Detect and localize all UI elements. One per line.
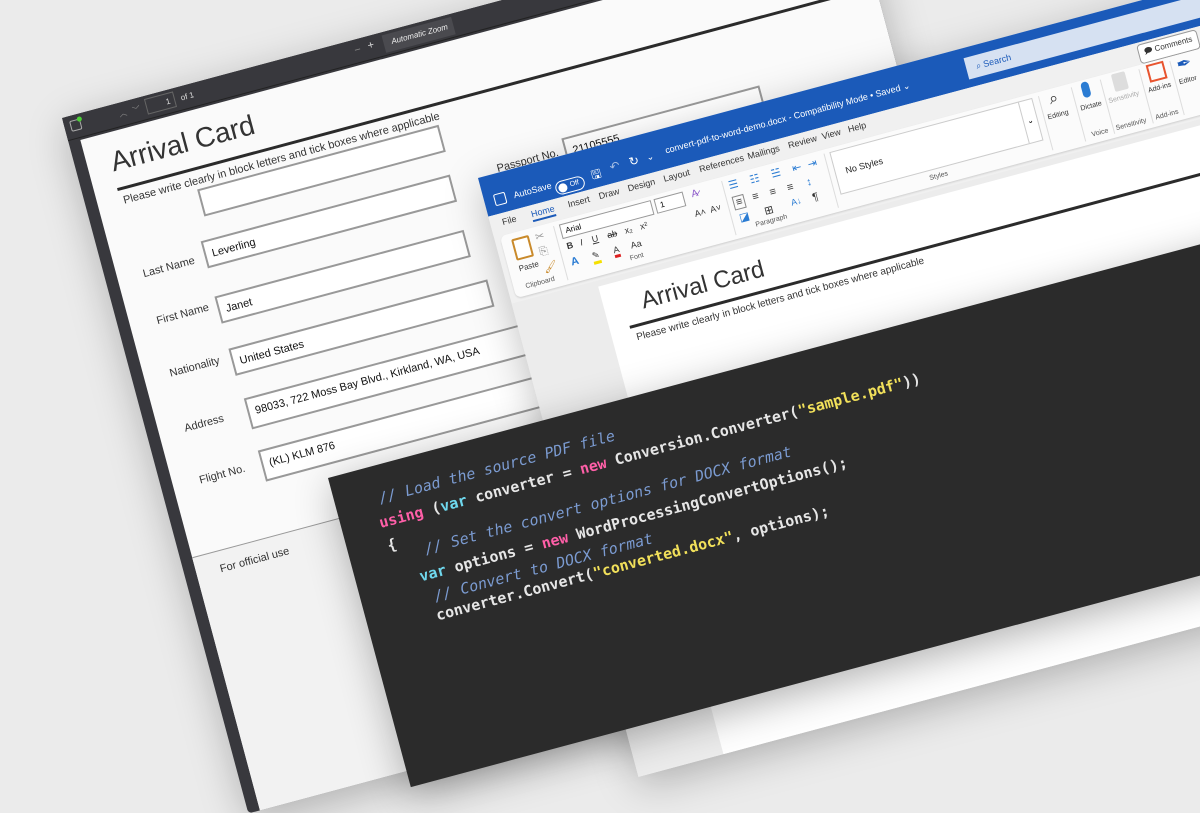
decrease-indent-icon[interactable]: ⇤: [791, 160, 803, 175]
autosave-label: AutoSave: [512, 180, 553, 201]
search-placeholder: Search: [982, 52, 1013, 70]
superscript-icon[interactable]: x²: [639, 220, 649, 232]
copy-icon[interactable]: ⎘: [538, 245, 550, 260]
undo-icon[interactable]: ↶: [608, 158, 621, 174]
numbering-icon[interactable]: ☷: [748, 171, 761, 186]
next-page-icon[interactable]: ﹀: [131, 104, 142, 117]
styles-expand-icon[interactable]: ⌄: [1017, 99, 1043, 144]
editor-icon[interactable]: ✒: [1174, 52, 1194, 76]
editor-button[interactable]: Editor: [1178, 75, 1197, 86]
increase-indent-icon[interactable]: ⇥: [806, 156, 818, 171]
show-formatting-icon[interactable]: ¶: [811, 191, 820, 204]
highlight-icon[interactable]: ✎: [590, 249, 602, 265]
bullets-icon[interactable]: ☰: [727, 177, 740, 192]
change-case-icon[interactable]: Aa: [629, 238, 642, 251]
tab-view[interactable]: View: [821, 127, 842, 142]
redo-icon[interactable]: ↻: [627, 153, 640, 169]
page-count: of 1: [179, 90, 195, 103]
underline-icon[interactable]: U: [591, 233, 600, 244]
font-color-icon[interactable]: A: [612, 244, 622, 259]
italic-icon[interactable]: I: [579, 237, 584, 247]
add-ins-button[interactable]: Add-ins: [1147, 82, 1172, 95]
nationality-label: Nationality: [168, 354, 222, 380]
add-ins-icon[interactable]: [1145, 60, 1168, 83]
font-size-select[interactable]: 1: [653, 191, 687, 214]
tab-review[interactable]: Review: [787, 133, 818, 150]
shading-icon[interactable]: ◪: [738, 209, 751, 224]
previous-page-icon[interactable]: ︿: [118, 107, 129, 120]
cut-icon[interactable]: ✂: [534, 229, 546, 244]
clipboard-group-label: Clipboard: [524, 275, 556, 291]
strikethrough-icon[interactable]: ab: [606, 228, 618, 240]
zoom-out-button[interactable]: −: [353, 44, 362, 57]
line-spacing-icon[interactable]: ↕: [805, 176, 813, 189]
word-app-icon: [492, 191, 508, 207]
multilevel-list-icon[interactable]: ☱: [769, 166, 783, 181]
last-name-label: Last Name: [141, 254, 197, 281]
no-styles-label: No Styles: [844, 155, 885, 176]
editing-button[interactable]: Editing: [1047, 109, 1069, 121]
subscript-icon[interactable]: x₂: [623, 224, 633, 236]
tab-file[interactable]: File: [501, 214, 518, 227]
align-left-icon[interactable]: ≡: [731, 193, 748, 211]
address-label: Address: [183, 412, 226, 435]
microphone-icon[interactable]: [1079, 80, 1092, 99]
text-effects-icon[interactable]: A: [570, 255, 581, 269]
tab-insert[interactable]: Insert: [567, 194, 591, 209]
borders-icon[interactable]: ⊞: [763, 203, 775, 218]
sensitivity-icon: [1110, 71, 1130, 93]
format-painter-icon[interactable]: 🖌: [542, 259, 559, 275]
tab-help[interactable]: Help: [847, 120, 867, 134]
flight-number-label: Flight No.: [198, 462, 247, 487]
sensitivity-group-label: Sensitivity: [1115, 117, 1148, 133]
tab-design[interactable]: Design: [627, 176, 657, 193]
font-group-label: Font: [629, 251, 645, 263]
styles-group-label: Styles: [928, 170, 949, 183]
sort-icon[interactable]: A↓: [790, 195, 803, 207]
grow-font-icon[interactable]: A˄: [693, 206, 706, 219]
official-use-label: For official use: [218, 545, 291, 576]
align-right-icon[interactable]: ≡: [768, 186, 777, 199]
sensitivity-button: Sensitivity: [1107, 90, 1141, 106]
page-number-input[interactable]: 1: [143, 91, 178, 115]
bold-icon[interactable]: B: [565, 240, 574, 251]
comments-label: Comments: [1153, 34, 1194, 54]
zoom-in-button[interactable]: +: [366, 39, 375, 52]
tab-layout[interactable]: Layout: [662, 167, 691, 184]
code-token-str: "sample.pdf": [795, 374, 906, 420]
code-token-kw: using: [377, 502, 426, 532]
save-icon[interactable]: 🖫: [589, 164, 604, 187]
tab-draw[interactable]: Draw: [598, 186, 621, 201]
voice-group-label: Voice: [1090, 127, 1110, 139]
tab-home[interactable]: Home: [529, 203, 557, 223]
clear-formatting-icon[interactable]: A̷: [690, 188, 699, 200]
code-token-plain: , options);: [730, 501, 832, 545]
status-dot-icon: [76, 115, 83, 123]
code-token-plain: {: [385, 534, 399, 555]
align-center-icon[interactable]: ≡: [751, 190, 760, 203]
code-token-plain: )): [900, 369, 923, 392]
find-icon[interactable]: ⌕: [1047, 89, 1060, 109]
add-ins-group-label: Add-ins: [1154, 108, 1180, 122]
code-line: {: [385, 535, 398, 555]
customize-toolbar-icon[interactable]: ⌄: [645, 151, 655, 164]
first-name-label: First Name: [155, 301, 211, 328]
tab-mailings[interactable]: Mailings: [746, 143, 780, 161]
dictate-button[interactable]: Dictate: [1080, 100, 1103, 112]
shrink-font-icon[interactable]: A˅: [709, 202, 722, 215]
justify-icon[interactable]: ≡: [786, 181, 795, 194]
paste-label[interactable]: Paste: [518, 259, 540, 273]
paste-icon[interactable]: [511, 234, 535, 261]
